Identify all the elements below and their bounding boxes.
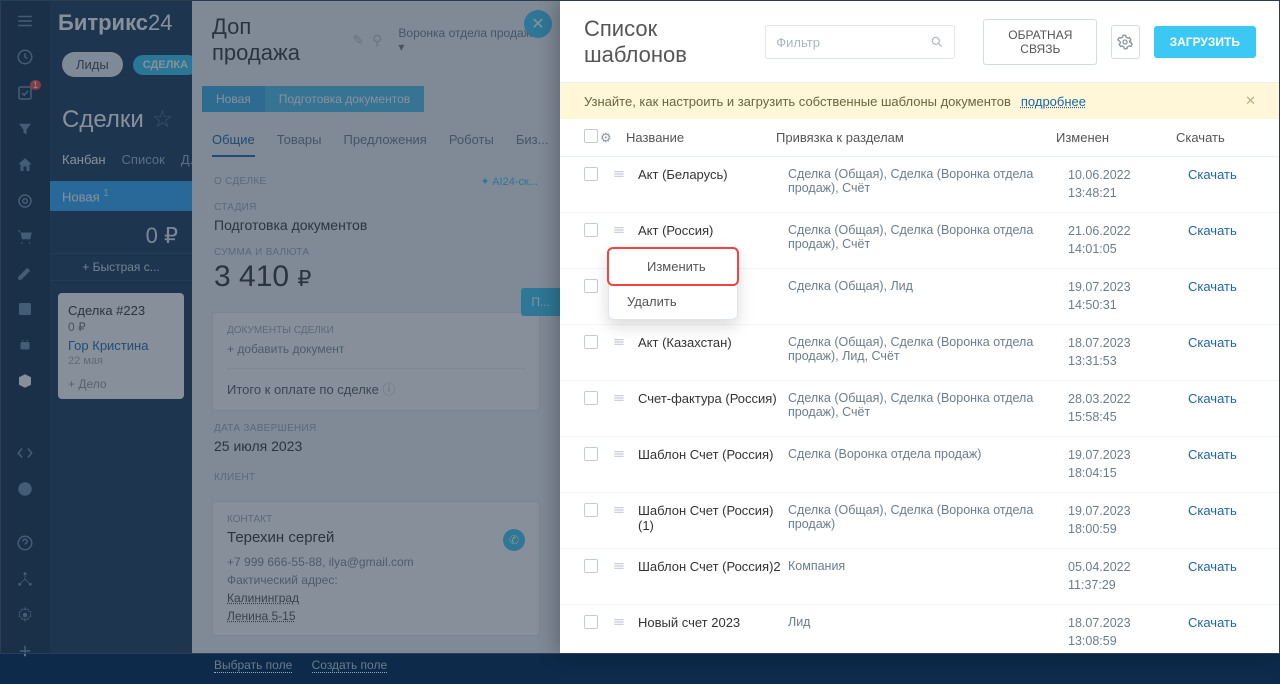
row-download[interactable]: Скачать bbox=[1188, 279, 1237, 294]
row-checkbox[interactable] bbox=[584, 223, 598, 237]
row-download[interactable]: Скачать bbox=[1188, 447, 1237, 462]
row-modified: 19.07.202318:00:59 bbox=[1068, 503, 1188, 538]
row-binding: Сделка (Общая), Сделка (Воронка отдела п… bbox=[788, 223, 1068, 251]
row-download[interactable]: Скачать bbox=[1188, 167, 1237, 182]
row-name: Счет-фактура (Россия) bbox=[638, 391, 788, 406]
row-download[interactable]: Скачать bbox=[1188, 391, 1237, 406]
row-checkbox[interactable] bbox=[584, 503, 598, 517]
table-header: ⚙ Название Привязка к разделам Изменен С… bbox=[560, 119, 1280, 157]
row-modified: 05.04.202211:37:29 bbox=[1068, 559, 1188, 594]
table-row[interactable]: Счет-фактура (Россия)Сделка (Общая), Сде… bbox=[560, 381, 1280, 437]
row-name: Новый счет 2023 bbox=[638, 615, 788, 630]
row-binding: Лид bbox=[788, 615, 1068, 629]
menu-delete[interactable]: Удалить bbox=[609, 284, 737, 319]
row-modified: 19.07.202318:04:15 bbox=[1068, 447, 1188, 482]
select-all-checkbox[interactable] bbox=[584, 129, 598, 143]
table-row[interactable]: Шаблон Счет (Россия) (1)Сделка (Общая), … bbox=[560, 493, 1280, 549]
row-modified: 21.06.202214:01:05 bbox=[1068, 223, 1188, 258]
create-field[interactable]: Создать поле bbox=[312, 658, 388, 673]
row-name: Шаблон Счет (Россия) bbox=[638, 447, 788, 462]
notice-text: Узнайте, как настроить и загрузить собст… bbox=[584, 94, 1011, 109]
row-checkbox[interactable] bbox=[584, 559, 598, 573]
table-row[interactable]: Акт (Казахстан)Сделка (Общая), Сделка (В… bbox=[560, 325, 1280, 381]
row-binding: Сделка (Общая), Сделка (Воронка отдела п… bbox=[788, 503, 1068, 531]
col-mod[interactable]: Изменен bbox=[1056, 130, 1176, 145]
drag-icon[interactable] bbox=[612, 335, 638, 352]
row-name: Акт (Казахстан) bbox=[638, 335, 788, 350]
row-name: Акт (Беларусь) bbox=[638, 167, 788, 182]
row-download[interactable]: Скачать bbox=[1188, 559, 1237, 574]
search-icon bbox=[930, 35, 944, 49]
row-checkbox[interactable] bbox=[584, 167, 598, 181]
panel-title: Список шаблонов bbox=[584, 16, 733, 68]
settings-button[interactable] bbox=[1111, 25, 1139, 59]
drag-icon[interactable] bbox=[612, 615, 638, 632]
row-checkbox[interactable] bbox=[584, 615, 598, 629]
row-checkbox[interactable] bbox=[584, 335, 598, 349]
columns-gear-icon[interactable]: ⚙ bbox=[600, 130, 614, 146]
row-binding: Сделка (Общая), Сделка (Воронка отдела п… bbox=[788, 167, 1068, 195]
row-name: Шаблон Счет (Россия) (1) bbox=[638, 503, 788, 533]
col-dl[interactable]: Скачать bbox=[1176, 130, 1256, 145]
row-binding: Сделка (Общая), Сделка (Воронка отдела п… bbox=[788, 335, 1068, 363]
feedback-button[interactable]: ОБРАТНАЯ СВЯЗЬ bbox=[983, 19, 1097, 65]
table-body: Акт (Беларусь)Сделка (Общая), Сделка (Во… bbox=[560, 157, 1280, 654]
row-name: Шаблон Счет (Россия)2 bbox=[638, 559, 788, 574]
row-download[interactable]: Скачать bbox=[1188, 335, 1237, 350]
row-binding: Сделка (Воронка отдела продаж) bbox=[788, 447, 1068, 461]
upload-button[interactable]: ЗАГРУЗИТЬ bbox=[1154, 26, 1256, 58]
table-row[interactable]: Шаблон Счет (Россия)Сделка (Воронка отде… bbox=[560, 437, 1280, 493]
drag-icon[interactable] bbox=[612, 559, 638, 576]
drag-icon[interactable] bbox=[612, 167, 638, 184]
row-modified: 19.07.202314:50:31 bbox=[1068, 279, 1188, 314]
table-row[interactable]: Новый счет 2023Лид18.07.202313:08:59Скач… bbox=[560, 605, 1280, 654]
row-checkbox[interactable] bbox=[584, 391, 598, 405]
menu-edit[interactable]: Изменить bbox=[609, 249, 737, 284]
drag-icon[interactable] bbox=[612, 447, 638, 464]
table-row[interactable]: Акт (Беларусь)Сделка (Общая), Сделка (Во… bbox=[560, 157, 1280, 213]
drag-icon[interactable] bbox=[612, 391, 638, 408]
row-context-menu: Изменить Удалить bbox=[608, 248, 738, 320]
row-download[interactable]: Скачать bbox=[1188, 615, 1237, 630]
search-input[interactable]: Фильтр bbox=[765, 25, 955, 59]
notice-link[interactable]: подробнее bbox=[1021, 94, 1086, 109]
select-field[interactable]: Выбрать поле bbox=[214, 658, 292, 673]
notice-bar: Узнайте, как настроить и загрузить собст… bbox=[560, 83, 1280, 119]
row-name: Акт (Россия) bbox=[638, 223, 788, 238]
templates-panel: Список шаблонов Фильтр ОБРАТНАЯ СВЯЗЬ ЗА… bbox=[560, 0, 1280, 654]
row-download[interactable]: Скачать bbox=[1188, 503, 1237, 518]
notice-close-icon[interactable]: ✕ bbox=[1245, 93, 1256, 109]
col-bind[interactable]: Привязка к разделам bbox=[776, 130, 1056, 145]
drag-icon[interactable] bbox=[612, 223, 638, 240]
row-modified: 28.03.202215:58:45 bbox=[1068, 391, 1188, 426]
row-binding: Компания bbox=[788, 559, 1068, 573]
row-download[interactable]: Скачать bbox=[1188, 223, 1237, 238]
row-checkbox[interactable] bbox=[584, 279, 598, 293]
drag-icon[interactable] bbox=[612, 503, 638, 520]
row-modified: 18.07.202313:31:53 bbox=[1068, 335, 1188, 370]
row-binding: Сделка (Общая), Лид bbox=[788, 279, 1068, 293]
row-modified: 18.07.202313:08:59 bbox=[1068, 615, 1188, 650]
row-checkbox[interactable] bbox=[584, 447, 598, 461]
col-name[interactable]: Название bbox=[626, 130, 776, 145]
panel-header: Список шаблонов Фильтр ОБРАТНАЯ СВЯЗЬ ЗА… bbox=[560, 0, 1280, 83]
row-modified: 10.06.202213:48:21 bbox=[1068, 167, 1188, 202]
table-row[interactable]: Шаблон Счет (Россия)2Компания05.04.20221… bbox=[560, 549, 1280, 605]
row-binding: Сделка (Общая), Сделка (Воронка отдела п… bbox=[788, 391, 1068, 419]
